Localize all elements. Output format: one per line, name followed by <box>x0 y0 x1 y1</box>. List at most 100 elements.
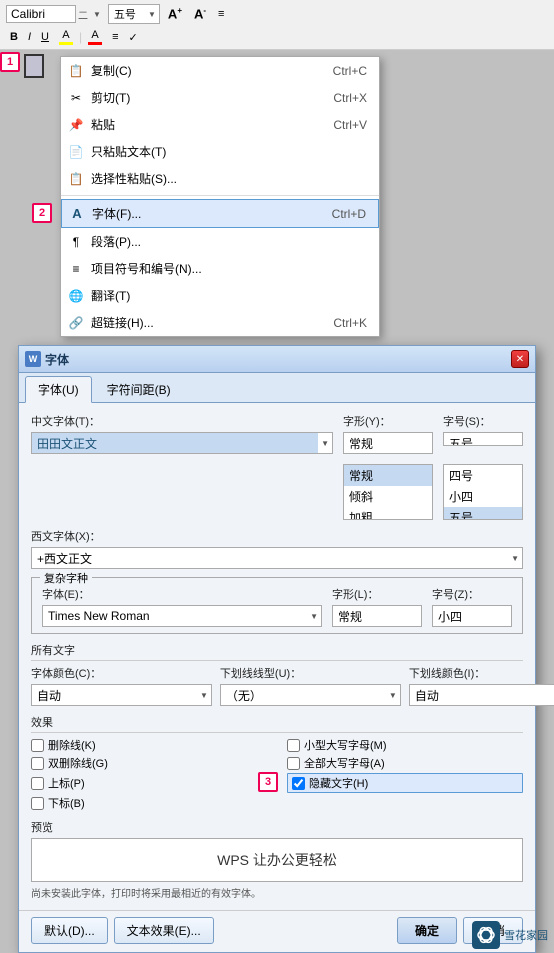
menu-item-hyperlink[interactable]: 🔗 超链接(H)... Ctrl+K <box>61 309 379 336</box>
complex-style-col: 字形(L)： ▼ <box>332 586 422 627</box>
style-list-item-bold[interactable]: 加粗 <box>344 507 432 520</box>
font-shrink-btn[interactable]: A- <box>190 4 210 23</box>
menu-shortcut-paste: Ctrl+V <box>333 118 367 132</box>
underline-btn[interactable]: U <box>37 29 53 45</box>
cn-font-section: 中文字体(T)： ▼ 字形(Y)： ▼ 字号(S)： ▲ <box>31 413 523 454</box>
tab-char-spacing[interactable]: 字符间距(B) <box>94 376 184 402</box>
checkbox-subscript[interactable] <box>31 797 44 810</box>
toolbar-row2: B I U A | A ≡ ✓ <box>6 27 548 47</box>
menu-item-font[interactable]: 2 A 字体(F)... Ctrl+D <box>61 199 379 228</box>
menu-item-bullets[interactable]: ≡ 项目符号和编号(N)... <box>61 255 379 282</box>
font-color-wrap: ▼ <box>31 684 212 706</box>
paragraph-icon: ¶ <box>67 233 85 251</box>
style-list[interactable]: 常规 倾斜 加粗 <box>343 464 433 520</box>
badge-2: 2 <box>32 203 52 223</box>
context-menu: 📋 复制(C) Ctrl+C ✂ 剪切(T) Ctrl+X 📌 粘贴 Ctrl+… <box>60 56 380 337</box>
font-name-dropdown[interactable]: ▼ <box>90 10 104 19</box>
paste-text-icon: 📄 <box>67 143 85 161</box>
dialog-footer: 默认(D)... 文本效果(E)... 确定 取消 <box>19 910 535 952</box>
size-list-item-4[interactable]: 四号 <box>444 465 522 486</box>
size-input[interactable] <box>444 434 523 446</box>
menu-item-paste-special[interactable]: 📋 选择性粘贴(S)... <box>61 165 379 192</box>
font-size-input[interactable] <box>109 5 145 23</box>
preview-text: WPS 让办公更轻松 <box>217 850 337 870</box>
font-color-label: 字体颜色(C)： <box>31 665 212 681</box>
highlight-btn[interactable]: A <box>55 27 77 47</box>
menu-label-translate: 翻译(T) <box>91 287 367 304</box>
font-color-input[interactable] <box>32 685 197 705</box>
complex-font-label: 字体(E)： <box>42 586 322 602</box>
checkbox-all-caps[interactable] <box>287 757 300 770</box>
italic-btn[interactable]: I <box>24 29 35 45</box>
style-list-item-italic[interactable]: 倾斜 <box>344 486 432 507</box>
checkbox-strikethrough[interactable] <box>31 739 44 752</box>
size-list-item-xs4[interactable]: 小四 <box>444 486 522 507</box>
complex-font-input-wrap: ▼ <box>42 605 322 627</box>
size-list[interactable]: 四号 小四 五号 <box>443 464 523 520</box>
font-color-dropdown[interactable]: ▼ <box>197 691 211 700</box>
underline-type-dropdown[interactable]: ▼ <box>386 691 400 700</box>
footer-left: 默认(D)... 文本效果(E)... <box>31 917 214 944</box>
ok-btn[interactable]: 确定 <box>397 917 457 944</box>
complex-style-input-wrap: ▼ <box>332 605 422 627</box>
format-para-btn[interactable]: ≡ <box>214 6 228 22</box>
en-font-dropdown[interactable]: ▼ <box>508 554 522 563</box>
text-effect-btn[interactable]: 文本效果(E)... <box>114 917 214 944</box>
tab-font[interactable]: 字体(U) <box>25 376 92 403</box>
font-dialog: W 字体 ✕ 字体(U) 字符间距(B) 中文字体(T)： ▼ 字形(Y)： ▼ <box>18 345 536 953</box>
font-color-btn[interactable]: A <box>84 27 106 47</box>
style-col: 字形(Y)： ▼ <box>343 413 433 454</box>
watermark-icon <box>472 921 500 949</box>
checkbox-small-caps[interactable] <box>287 739 300 752</box>
menu-item-cut[interactable]: ✂ 剪切(T) Ctrl+X <box>61 84 379 111</box>
menu-label-paragraph: 段落(P)... <box>91 233 367 250</box>
underline-color-input[interactable] <box>410 685 554 705</box>
menu-label-font: 字体(F)... <box>92 205 292 222</box>
cn-font-dropdown[interactable]: ▼ <box>318 439 332 448</box>
menu-item-translate[interactable]: 🌐 翻译(T) <box>61 282 379 309</box>
checkbox-superscript[interactable] <box>31 777 44 790</box>
checkbox-double-strike[interactable] <box>31 757 44 770</box>
hyperlink-icon: 🔗 <box>67 314 85 332</box>
dialog-close-btn[interactable]: ✕ <box>511 350 529 368</box>
effect-subscript: 下标(B) <box>31 795 267 811</box>
complex-font-input[interactable] <box>43 606 307 626</box>
dialog-title-icon: W <box>25 351 41 367</box>
label-strikethrough: 删除线(K) <box>48 737 96 753</box>
font-selector: 二 ▼ <box>6 5 104 23</box>
checkbox-hidden[interactable] <box>292 777 305 790</box>
font-size-dropdown[interactable]: ▼ <box>145 10 159 19</box>
effects-label: 效果 <box>31 714 523 733</box>
format-check-btn[interactable]: ✓ <box>125 29 142 46</box>
bold-btn[interactable]: B <box>6 29 22 45</box>
underline-type-input[interactable] <box>221 685 386 705</box>
label-subscript: 下标(B) <box>48 795 85 811</box>
en-font-input[interactable] <box>32 548 508 568</box>
cn-font-input[interactable] <box>32 433 318 453</box>
align-btn[interactable]: ≡ <box>108 29 122 45</box>
paste-icon: 📌 <box>67 116 85 134</box>
menu-item-paste[interactable]: 📌 粘贴 Ctrl+V <box>61 111 379 138</box>
all-text-section: 所有文字 字体颜色(C)： ▼ 下划线线型(U)： ▼ <box>31 642 523 706</box>
size-input-wrap: ▲ <box>443 432 523 446</box>
complex-size-input-wrap: ▼ <box>432 605 512 627</box>
separator1: | <box>79 30 82 44</box>
en-font-row: 西文字体(X)： ▼ <box>31 528 523 569</box>
menu-item-paste-text[interactable]: 📄 只粘贴文本(T) <box>61 138 379 165</box>
menu-item-copy[interactable]: 📋 复制(C) Ctrl+C <box>61 57 379 84</box>
style-list-col: 常规 倾斜 加粗 <box>343 464 433 520</box>
size-label: 字号(S)： <box>443 413 523 429</box>
complex-font-dropdown[interactable]: ▼ <box>307 612 321 621</box>
dialog-title-text: 字体 <box>45 351 69 368</box>
menu-item-paragraph[interactable]: ¶ 段落(P)... <box>61 228 379 255</box>
font-grow-btn[interactable]: A+ <box>164 4 186 23</box>
size-list-col: 四号 小四 五号 <box>443 464 523 520</box>
default-btn[interactable]: 默认(D)... <box>31 917 108 944</box>
complex-size-input[interactable] <box>433 606 554 626</box>
label-all-caps: 全部大写字母(A) <box>304 755 385 771</box>
style-list-item-normal[interactable]: 常规 <box>344 465 432 486</box>
size-list-item-5[interactable]: 五号 <box>444 507 522 520</box>
en-font-label: 西文字体(X)： <box>31 528 523 544</box>
en-font-col: 西文字体(X)： ▼ <box>31 528 523 569</box>
font-name-input[interactable] <box>6 5 76 23</box>
